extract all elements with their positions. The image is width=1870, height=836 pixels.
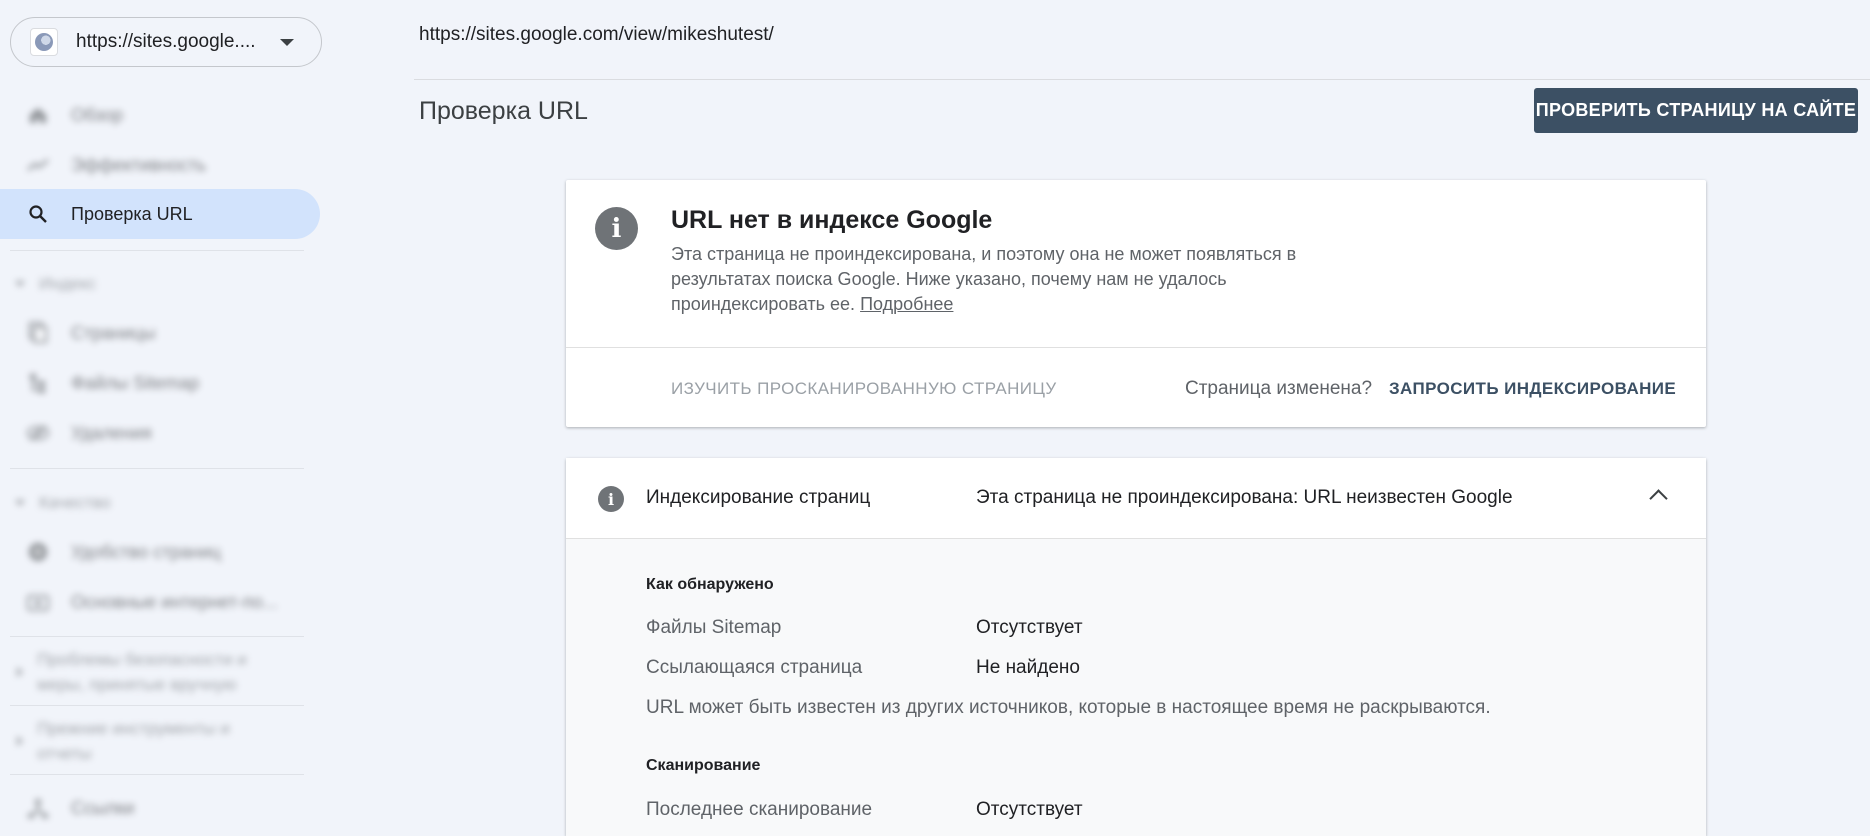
sidebar-item-label: Эффективность <box>71 154 207 175</box>
expand-arrow-icon <box>17 736 23 746</box>
sidebar-item-label: Страницы <box>71 322 156 343</box>
search-icon <box>27 203 49 225</box>
property-name: https://sites.google.... <box>76 31 256 52</box>
inspected-url[interactable]: https://sites.google.com/view/mikeshutes… <box>419 24 774 46</box>
page-indexing-title: Индексирование страниц <box>646 487 871 508</box>
sidebar-divider <box>10 705 304 706</box>
sidebar-divider <box>10 636 304 637</box>
referring-page-value: Не найдено <box>976 657 1080 678</box>
dropdown-arrow-icon <box>280 38 294 46</box>
sidebar-item-pages[interactable]: Страницы <box>0 308 320 358</box>
page-experience-icon <box>27 541 49 563</box>
sidebar-section-security[interactable]: Проблемы безопасности и меры, принятые в… <box>0 646 300 698</box>
test-live-url-button[interactable]: ПРОВЕРИТЬ СТРАНИЦУ НА САЙТЕ <box>1534 88 1858 133</box>
trending-icon <box>27 154 49 176</box>
collapse-arrow-icon <box>15 499 25 506</box>
crawl-heading: Сканирование <box>646 757 761 774</box>
learn-more-link[interactable]: Подробнее <box>860 294 953 314</box>
sidebar-item-label: Ссылки <box>71 797 135 818</box>
sidebar-item-label: Файлы Sitemap <box>71 372 200 393</box>
referring-page-label: Ссылающаяся страница <box>646 657 863 678</box>
property-selector[interactable]: https://sites.google.... <box>10 17 322 67</box>
sidebar-item-web-vitals[interactable]: Основные интернет-по... <box>0 577 320 627</box>
section-label: Качество <box>39 493 111 512</box>
sitemap-icon <box>27 372 49 394</box>
discovery-note: URL может быть известен из других источн… <box>646 697 1491 718</box>
page-indexing-header[interactable]: i Индексирование страниц Эта страница не… <box>566 458 1706 539</box>
removals-icon <box>27 422 49 444</box>
sitemaps-value: Отсутствует <box>976 617 1083 638</box>
discovery-heading: Как обнаружено <box>646 576 774 593</box>
page-indexing-status: Эта страница не проиндексирована: URL не… <box>976 487 1513 508</box>
sidebar-item-url-inspection[interactable]: Проверка URL <box>0 189 320 239</box>
page-changed-question: Страница изменена? <box>1185 378 1373 399</box>
sidebar-divider <box>10 468 304 469</box>
view-crawled-page-button[interactable]: ИЗУЧИТЬ ПРОСКАНИРОВАННУЮ СТРАНИЦУ <box>671 379 1057 399</box>
sidebar-item-label: Проверка URL <box>71 203 193 224</box>
globe-icon <box>30 28 58 56</box>
section-label: Прежние инструменты и отчеты <box>37 719 230 763</box>
info-icon: i <box>598 486 624 512</box>
sidebar-item-label: Основные интернет-по... <box>71 591 278 612</box>
header-divider <box>414 79 1870 80</box>
status-heading: URL нет в индексе Google <box>671 206 993 234</box>
sidebar-item-removals[interactable]: Удаления <box>0 408 320 458</box>
sidebar-divider <box>10 250 304 251</box>
page-indexing-details: Как обнаружено Файлы Sitemap Отсутствует… <box>566 539 1706 836</box>
sidebar: https://sites.google.... Обзор Эффективн… <box>0 0 322 836</box>
sidebar-item-label: Удаления <box>71 422 152 443</box>
last-crawl-label: Последнее сканирование <box>646 799 873 820</box>
status-description: Эта страница не проиндексирована, и поэт… <box>671 242 1371 317</box>
expand-arrow-icon <box>17 667 23 677</box>
index-status-card: i URL нет в индексе Google Эта страница … <box>566 180 1706 427</box>
section-label: Проблемы безопасности и меры, принятые в… <box>37 650 247 694</box>
sidebar-item-page-experience[interactable]: Удобство страниц <box>0 527 320 577</box>
last-crawl-value: Отсутствует <box>976 799 1083 820</box>
sidebar-item-overview[interactable]: Обзор <box>0 90 320 140</box>
page-indexing-card: i Индексирование страниц Эта страница не… <box>566 458 1706 836</box>
request-indexing-button[interactable]: ЗАПРОСИТЬ ИНДЕКСИРОВАНИЕ <box>1389 379 1676 399</box>
web-vitals-icon <box>27 591 49 613</box>
section-label: Индекс <box>39 274 97 293</box>
sidebar-item-links[interactable]: Ссылки <box>0 783 320 833</box>
sidebar-item-label: Обзор <box>71 104 123 125</box>
chevron-up-icon[interactable] <box>1649 489 1668 508</box>
sidebar-item-sitemaps[interactable]: Файлы Sitemap <box>0 358 320 408</box>
sidebar-item-label: Удобство страниц <box>71 541 221 562</box>
sidebar-section-quality[interactable]: Качество <box>0 490 300 515</box>
sidebar-item-performance[interactable]: Эффективность <box>0 140 320 190</box>
pages-icon <box>27 322 49 344</box>
links-icon <box>27 797 49 819</box>
info-icon: i <box>595 207 638 250</box>
page-title: Проверка URL <box>419 97 588 125</box>
card-divider <box>566 347 1706 348</box>
sidebar-section-index[interactable]: Индекс <box>0 271 300 296</box>
sitemaps-label: Файлы Sitemap <box>646 617 782 638</box>
home-icon <box>27 104 49 126</box>
status-description-text: Эта страница не проиндексирована, и поэт… <box>671 244 1297 314</box>
sidebar-section-legacy[interactable]: Прежние инструменты и отчеты <box>0 715 300 767</box>
collapse-arrow-icon <box>15 280 25 287</box>
sidebar-divider <box>10 774 304 775</box>
